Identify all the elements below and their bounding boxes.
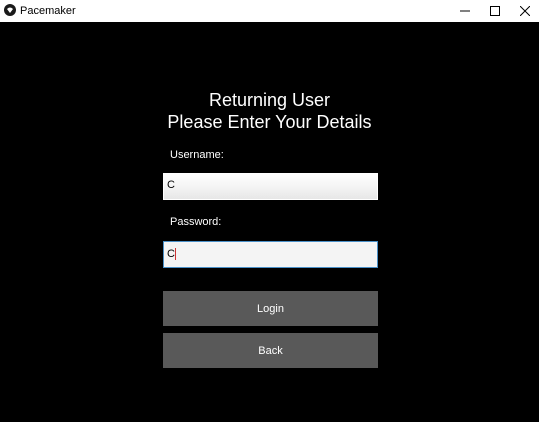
app-window: Pacemaker Returning User Please Enter Yo… <box>0 0 539 422</box>
minimize-button[interactable] <box>450 0 480 22</box>
maximize-icon <box>490 6 500 16</box>
username-field[interactable]: C <box>163 173 378 200</box>
username-label: Username: <box>170 149 224 161</box>
heading-returning-user: Returning User <box>208 90 331 110</box>
maximize-button[interactable] <box>480 0 510 22</box>
window-title: Pacemaker <box>20 5 76 17</box>
minimize-icon <box>460 10 470 12</box>
login-button[interactable]: Login <box>163 291 378 326</box>
username-value: C <box>167 179 175 191</box>
text-caret <box>174 248 176 260</box>
password-label: Password: <box>170 216 222 228</box>
title-bar[interactable]: Pacemaker <box>0 0 539 22</box>
app-logo-icon <box>4 4 16 16</box>
password-value: C <box>167 248 175 260</box>
heading-enter-details: Please Enter Your Details <box>167 112 372 132</box>
password-field[interactable]: C <box>163 241 378 268</box>
close-button[interactable] <box>510 0 539 22</box>
back-button[interactable]: Back <box>163 333 378 368</box>
close-icon <box>520 6 530 16</box>
login-panel: Returning User Please Enter Your Details… <box>0 22 539 422</box>
